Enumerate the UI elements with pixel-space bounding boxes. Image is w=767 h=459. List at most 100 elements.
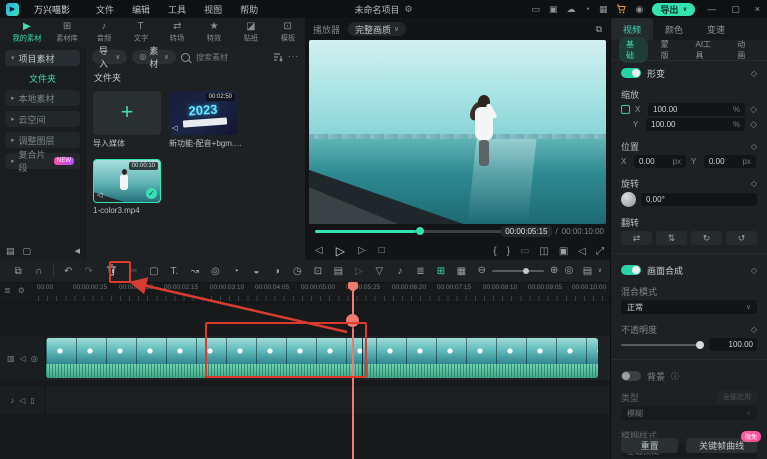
sidebar-item-folder[interactable]: 文件夹 <box>5 71 80 85</box>
mark-in-icon[interactable]: { <box>493 247 496 257</box>
composite-toggle[interactable] <box>621 265 641 275</box>
sidebar-item-adjustment-layer[interactable]: ▸ 调整图层 <box>5 132 80 148</box>
duration-clock-icon[interactable]: ◔ <box>226 266 247 277</box>
scale-y-input[interactable]: 100.00 % <box>646 118 746 131</box>
sidebar-item-compound-clip[interactable]: ▸ 复合片段 NEW <box>5 150 80 173</box>
track-height-icon[interactable]: ▤ <box>577 266 598 277</box>
aspect-ratio-icon[interactable]: ◫ <box>539 247 548 257</box>
track-options-icon[interactable]: ▤ <box>328 266 349 277</box>
sidebar-item-cloud-space[interactable]: ▸ 云空间 <box>5 111 80 127</box>
tab-text[interactable]: T 文字 <box>123 21 158 44</box>
reset-composite-icon[interactable]: ◇ <box>751 266 757 275</box>
playhead[interactable] <box>352 282 354 459</box>
export-button[interactable]: 导出 ∨ <box>652 2 696 16</box>
chevron-down-icon[interactable]: ∨ <box>598 268 602 274</box>
keyframe-opacity-icon[interactable]: ◇ <box>751 325 757 334</box>
snapshot-icon[interactable]: ▣ <box>559 247 568 257</box>
speed-ramp-icon[interactable]: ↝ <box>185 266 206 277</box>
keyframe-curve-button[interactable]: 关键帧曲线 限免 <box>686 431 761 453</box>
zoom-out-icon[interactable]: ⊖ <box>478 266 486 276</box>
reset-button[interactable]: 重置 <box>621 438 679 453</box>
menu-edit[interactable]: 编辑 <box>123 3 159 16</box>
opacity-slider[interactable] <box>621 340 704 349</box>
search-input[interactable] <box>194 51 268 63</box>
flip-horizontal-button[interactable]: ⇄ <box>621 231 652 245</box>
menu-tools[interactable]: 工具 <box>159 3 195 16</box>
rotate-cw-button[interactable]: ↻ <box>691 231 722 245</box>
subtab-ai-tools[interactable]: AI工具 <box>689 37 725 63</box>
mute-icon[interactable]: ◁ <box>19 396 25 405</box>
keyframe-scale-y-icon[interactable]: ◇ <box>750 119 757 130</box>
media-tile-bgm-clip[interactable]: 2023 00:02:50 ◁ <box>169 91 237 135</box>
screen-record-icon[interactable]: ▭ <box>531 4 540 15</box>
rotate-dial[interactable] <box>621 192 636 207</box>
crop-tool-icon[interactable]: ▢ <box>144 266 165 277</box>
keyframe-grid-icon[interactable]: ⊞ <box>431 266 452 277</box>
window-minimize-button[interactable]: — <box>704 4 719 14</box>
position-y-input[interactable]: 0.00 px <box>704 155 756 168</box>
keyframe-scale-x-icon[interactable]: ◇ <box>750 104 757 115</box>
collapse-panel-icon[interactable]: ◀ <box>75 248 80 255</box>
tab-effects[interactable]: ★ 特效 <box>197 21 232 44</box>
previous-frame-button[interactable]: ◁ <box>315 245 323 257</box>
pop-out-player-icon[interactable]: ⧉ <box>596 24 602 34</box>
subtab-animation[interactable]: 动画 <box>730 37 759 63</box>
rotate-input[interactable]: 0.00° <box>641 193 757 206</box>
new-folder-icon[interactable]: ▤ <box>6 247 15 256</box>
stop-button[interactable]: □ <box>379 245 385 257</box>
subtab-mask[interactable]: 蒙版 <box>654 37 683 63</box>
theme-icon[interactable]: ◔ <box>585 4 590 14</box>
focus-frame-icon[interactable]: ⊡ <box>308 266 329 277</box>
mute-track-icon[interactable]: ♪ <box>390 266 411 277</box>
play-button[interactable]: ▷ <box>336 245 345 257</box>
tab-transition[interactable]: ⇄ 转场 <box>160 21 195 44</box>
board-view-icon[interactable]: ▢ <box>23 247 32 256</box>
text-tool-icon[interactable]: T. <box>164 266 185 277</box>
cloud-upload-icon[interactable]: ☁ <box>567 4 576 15</box>
menu-view[interactable]: 视图 <box>195 3 231 16</box>
mark-out-icon[interactable]: } <box>507 247 510 257</box>
chroma-key-icon[interactable]: ◑ <box>267 266 288 277</box>
sidebar-item-project-media[interactable]: ▾ 项目素材 <box>5 50 80 66</box>
gift-icon[interactable]: ▦ <box>599 4 608 15</box>
window-close-button[interactable]: × <box>752 4 763 14</box>
bg-type-dropdown[interactable]: 模糊 ∨ <box>621 406 757 420</box>
video-track-lane[interactable]: ▥ ◁ ◎ <box>0 336 610 380</box>
scrubber-knob[interactable] <box>416 227 425 235</box>
split-icon[interactable]: ✂ <box>123 266 144 277</box>
source-filter-button[interactable]: ◎ 素材 ∨ <box>132 46 176 69</box>
next-frame-button[interactable]: ▷ <box>358 245 366 257</box>
ruler-settings-icon[interactable]: ⚙ <box>18 286 25 295</box>
import-button[interactable]: 导入 ∨ <box>92 46 128 69</box>
transform-toggle[interactable] <box>621 68 641 78</box>
opacity-value[interactable]: 100.00 <box>709 338 757 351</box>
apply-to-all-button[interactable]: 全部应用 <box>717 390 757 404</box>
shield-icon[interactable]: ▽ <box>369 266 390 277</box>
lock-icon[interactable]: ▯ <box>30 396 34 405</box>
search-box[interactable] <box>181 50 268 64</box>
mute-icon[interactable]: ◁ <box>20 354 26 363</box>
fit-timeline-icon[interactable]: ◎ <box>564 266 573 276</box>
timer-icon[interactable]: ◷ <box>287 266 308 277</box>
redo-icon[interactable]: ↷ <box>78 266 99 277</box>
snap-magnet-icon[interactable]: ∩ <box>29 266 50 277</box>
media-panel-toggle-icon[interactable]: ⧉ <box>8 266 29 277</box>
manage-tracks-icon[interactable]: ≣ <box>410 266 431 277</box>
menu-file[interactable]: 文件 <box>87 3 123 16</box>
background-toggle[interactable] <box>621 371 641 381</box>
more-options-icon[interactable]: ··· <box>288 53 299 61</box>
sidebar-item-local-media[interactable]: ▸ 本地素材 <box>5 90 80 106</box>
track-manage-icon[interactable]: ≣ <box>4 286 11 295</box>
position-x-input[interactable]: 0.00 px <box>634 155 686 168</box>
reset-transform-icon[interactable]: ◇ <box>751 69 757 78</box>
playhead-knob[interactable] <box>346 314 359 327</box>
menu-help[interactable]: 帮助 <box>231 3 267 16</box>
fullscreen-icon[interactable]: ⤢ <box>596 247 604 257</box>
undo-icon[interactable]: ↶ <box>58 266 79 277</box>
audio-track-head[interactable]: ♪ ◁ ▯ <box>0 386 46 414</box>
audio-track-lane[interactable]: ♪ ◁ ▯ <box>0 386 610 414</box>
crop-preview-icon[interactable]: ▭ <box>520 247 529 257</box>
keyboard-shortcut-icon[interactable]: ▦ <box>451 266 472 277</box>
color-palette-icon[interactable]: ◒ <box>246 266 267 277</box>
render-preview-icon[interactable]: ▷ <box>349 266 370 277</box>
